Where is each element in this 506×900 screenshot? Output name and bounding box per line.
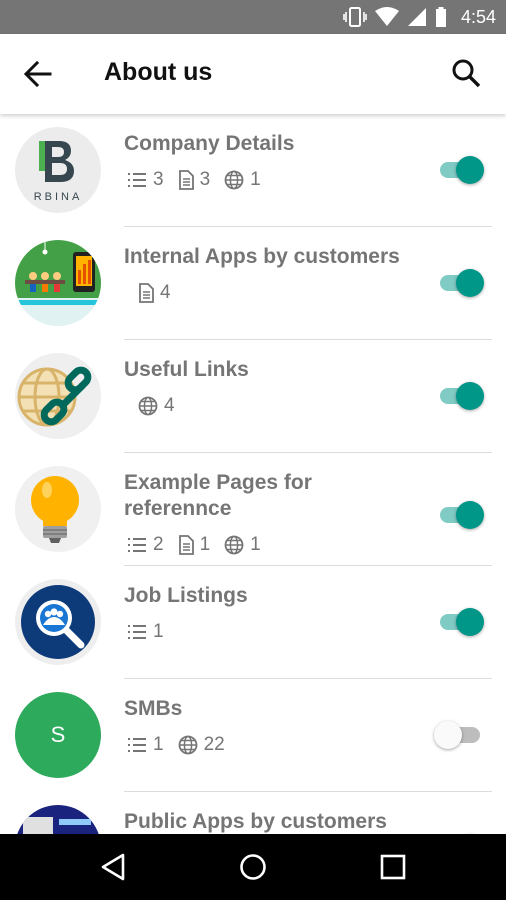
link-count: 4 [138,395,175,417]
item-stats: 1 [127,621,164,643]
nav-back-icon[interactable] [97,851,129,883]
item-stats: 1 22 [127,734,225,756]
link-count: 1 [224,534,261,556]
list-item[interactable]: Internal Apps by customers 4 [0,227,506,340]
list-icon [128,738,146,752]
toggle-thumb [456,156,484,184]
page-title: About us [104,58,213,86]
orbina-logo-avatar: RBINA [15,127,101,213]
globe-icon [178,735,197,755]
page-count-value: 3 [199,169,211,190]
list-icon [128,538,146,552]
link-count-value: 22 [203,734,225,755]
enable-toggle[interactable] [436,381,486,411]
page-count: 3 [178,169,211,191]
orbina-logo: RBINA [34,141,83,203]
link-count-value: 4 [164,395,175,416]
enable-toggle[interactable] [436,268,486,298]
toggle-thumb [456,269,484,297]
page-count: 1 [178,534,211,556]
toggle-thumb [456,501,484,529]
link-count: 1 [224,169,261,191]
toggle-thumb [456,608,484,636]
link-count-value: 1 [250,169,261,190]
item-title: Useful Links [124,358,249,381]
enable-toggle[interactable] [434,720,486,750]
globe-icon [224,170,244,190]
page-count: 4 [138,282,171,304]
page-count-value: 1 [199,534,211,555]
list-item[interactable]: RBINA Company Details 3 3 1 [0,114,506,227]
link-count-value: 1 [250,534,261,555]
status-time: 4:54 [460,6,496,27]
people-search-avatar [15,579,101,665]
list-count-value: 1 [153,621,164,642]
office-illustration [15,240,101,326]
item-title: Internal Apps by customers [124,245,400,268]
search-icon[interactable] [450,57,482,89]
list-count: 1 [127,621,164,643]
list-count: 1 [127,734,164,756]
item-stats: 3 3 1 [127,169,261,191]
item-stats: 4 [138,282,171,304]
list-count: 3 [127,169,164,191]
list-count-value: 3 [153,169,164,190]
list-item[interactable]: S SMBs 1 22 [0,679,506,792]
avatar-letter: S [50,722,66,747]
page-icon [178,170,194,190]
page-icon [178,535,194,555]
wifi-icon [374,7,399,26]
letter-avatar: S [15,692,101,778]
item-title: Company Details [124,132,295,155]
people-search-icon [21,585,95,659]
list-item[interactable]: Job Listings 1 [0,566,506,679]
battery-icon [435,7,446,27]
app-bar: About us [0,34,506,114]
orbina-logo-text: RBINA [34,191,83,203]
item-stats: 2 1 1 [127,534,261,556]
list-item[interactable]: Useful Links 4 [0,340,506,453]
list-icon [128,625,146,639]
office-illustration-avatar [15,240,101,326]
status-bar: 4:54 [0,0,506,34]
globe-chain-icon [17,366,92,427]
list-item[interactable]: Public Apps by customers [0,792,506,834]
app-screenshot-avatar [15,805,101,834]
globe-chain-avatar [15,353,101,439]
system-nav-bar [0,834,506,900]
nav-recents-icon[interactable] [377,851,409,883]
list-count-value: 1 [153,734,164,755]
list-count: 2 [127,534,164,556]
signal-icon [407,8,426,26]
item-title: Public Apps by customers [124,810,387,833]
enable-toggle[interactable] [436,500,486,530]
item-title: SMBs [124,697,183,720]
page-icon [139,283,154,303]
enable-toggle[interactable] [436,155,486,185]
globe-icon [224,535,244,555]
page-count-value: 4 [160,282,171,303]
item-title: Job Listings [124,584,248,607]
lightbulb-avatar [15,466,101,552]
link-count: 22 [178,734,225,756]
category-list: RBINA Company Details 3 3 1 Internal App… [0,114,506,834]
arrow-back-icon[interactable] [22,59,52,89]
globe-icon [138,396,158,416]
status-icons: 4:54 [343,0,496,34]
vibrate-icon [343,7,367,27]
list-item[interactable]: Example Pages for referennce 2 1 1 [0,453,506,566]
list-count-value: 2 [153,534,164,555]
list-icon [128,173,146,187]
toggle-thumb [434,721,462,749]
lightbulb-icon [31,476,79,543]
enable-toggle[interactable] [436,607,486,637]
item-stats: 4 [138,395,175,417]
item-title: Example Pages for referennce [124,471,312,520]
app-screenshot [23,817,91,834]
nav-home-icon[interactable] [237,851,269,883]
toggle-thumb [456,382,484,410]
